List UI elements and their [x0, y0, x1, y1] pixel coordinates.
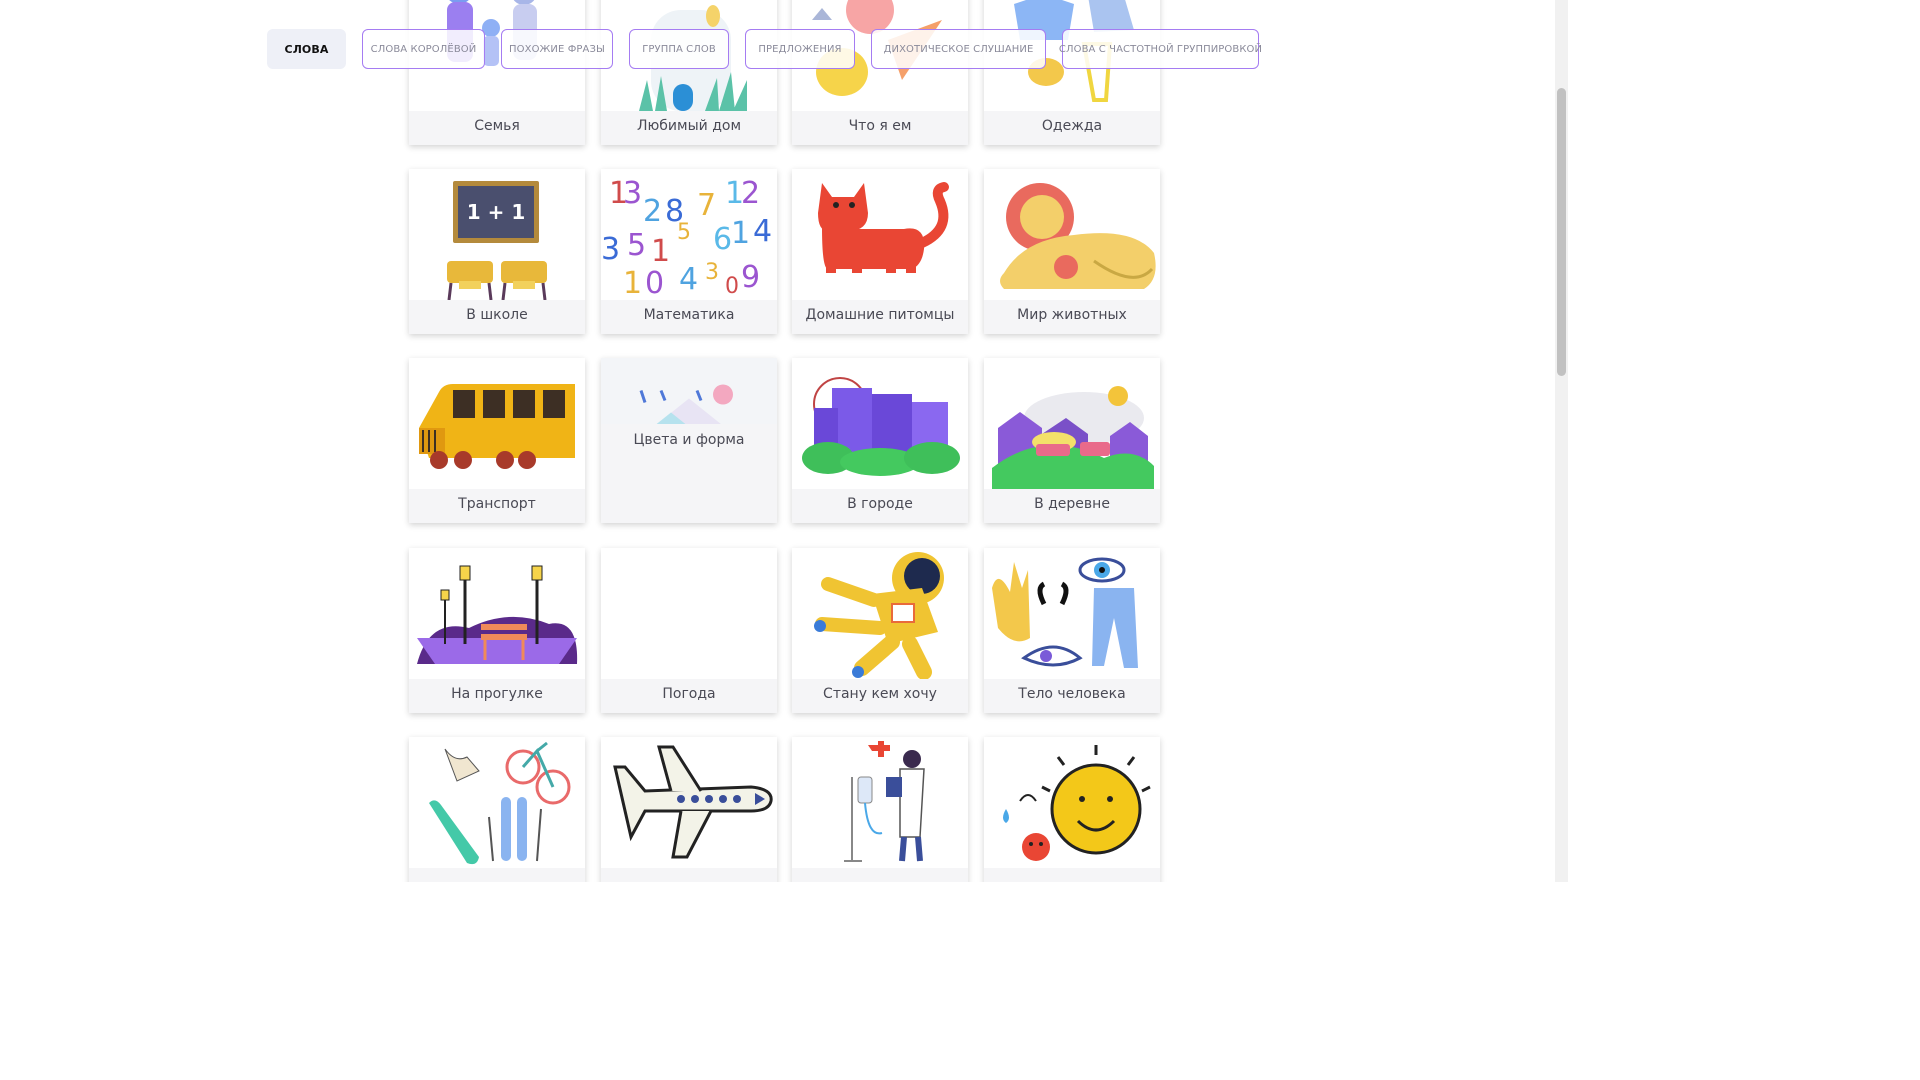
tab-sentences[interactable]: ПРЕДЛОЖЕНИЯ	[745, 29, 855, 69]
category-card-pets[interactable]: Домашние питомцы	[792, 169, 968, 334]
scrollbar-thumb[interactable]	[1557, 88, 1566, 376]
category-card-city[interactable]: В городе	[792, 358, 968, 523]
category-label: Стану кем хочу	[823, 686, 937, 702]
category-card-professions[interactable]: Стану кем хочу	[792, 548, 968, 713]
category-card-family[interactable]: Семья	[409, 0, 585, 145]
category-label: В городе	[847, 496, 913, 512]
category-card-animals[interactable]: Мир животных	[984, 169, 1160, 334]
svg-text:0: 0	[725, 274, 739, 299]
svg-text:3: 3	[601, 232, 620, 267]
shapes-icon	[601, 358, 777, 424]
tab-similar-phrases[interactable]: ПОХОЖИЕ ФРАЗЫ	[501, 29, 613, 69]
category-label: В школе	[466, 307, 528, 323]
doctor-icon	[792, 737, 968, 868]
category-label: Мир животных	[1017, 307, 1127, 323]
svg-text:1: 1	[651, 234, 670, 269]
svg-text:1: 1	[623, 266, 642, 300]
svg-text:5: 5	[677, 220, 691, 245]
svg-text:4: 4	[679, 262, 698, 297]
weather-icon	[601, 548, 777, 679]
svg-text:1: 1	[731, 216, 750, 251]
village-icon	[984, 358, 1160, 489]
category-label: Транспорт	[458, 496, 536, 512]
category-label: Математика	[643, 307, 735, 323]
category-card-village[interactable]: В деревне	[984, 358, 1160, 523]
emotions-icon	[984, 737, 1160, 868]
category-card-colors[interactable]: Цвета и форма	[601, 358, 777, 523]
category-card-house[interactable]: Любимый дом	[601, 0, 777, 145]
tab-word-group[interactable]: ГРУППА СЛОВ	[629, 29, 729, 69]
category-card-school[interactable]: 1 + 1 В школе	[409, 169, 585, 334]
svg-text:3: 3	[623, 176, 642, 211]
category-card-body[interactable]: Тело человека	[984, 548, 1160, 713]
vertical-scrollbar[interactable]	[1555, 0, 1568, 882]
category-label: Одежда	[1041, 118, 1103, 134]
category-card-math[interactable]: 13 28 712 351 56 14 10 43 09 Математика	[601, 169, 777, 334]
sports-icon	[409, 737, 585, 868]
category-card-walk[interactable]: На прогулке	[409, 548, 585, 713]
category-card-weather[interactable]: Погода	[601, 548, 777, 713]
exercise-tabs: СЛОВА СЛОВА КОРОЛЁВОЙ ПОХОЖИЕ ФРАЗЫ ГРУП…	[0, 29, 1555, 69]
svg-text:5: 5	[627, 228, 646, 263]
tab-dichotic-listening[interactable]: ДИХОТИЧЕСКОЕ СЛУШАНИЕ	[871, 29, 1046, 69]
svg-text:2: 2	[741, 176, 760, 211]
category-card-travel[interactable]	[601, 737, 777, 882]
category-label: Семья	[474, 118, 520, 134]
category-label: Любимый дом	[636, 118, 741, 134]
svg-text:4: 4	[753, 214, 772, 249]
school-icon: 1 + 1	[409, 169, 585, 300]
category-label: Тело человека	[1018, 686, 1126, 702]
svg-text:3: 3	[705, 260, 719, 285]
tab-korolyova-words[interactable]: СЛОВА КОРОЛЁВОЙ	[362, 29, 485, 69]
tab-words[interactable]: СЛОВА	[267, 29, 346, 69]
category-card-clothes[interactable]: Одежда	[984, 0, 1160, 145]
svg-text:1 + 1: 1 + 1	[467, 200, 526, 224]
lion-icon	[984, 169, 1160, 300]
category-card-hospital[interactable]	[792, 737, 968, 882]
bus-icon	[409, 358, 585, 489]
category-label: Погода	[662, 686, 716, 702]
svg-text:0: 0	[645, 266, 664, 300]
category-label: В деревне	[1034, 496, 1110, 512]
tab-frequency-grouping[interactable]: СЛОВА С ЧАСТОТНОЙ ГРУППИРОВКОЙ	[1059, 29, 1262, 69]
category-label: Домашние питомцы	[805, 307, 955, 323]
svg-text:9: 9	[741, 260, 760, 295]
numbers-icon: 13 28 712 351 56 14 10 43 09	[601, 169, 777, 300]
category-label: Что я ем	[848, 118, 912, 134]
category-card-emotions[interactable]	[984, 737, 1160, 882]
category-label: На прогулке	[451, 686, 543, 702]
airplane-icon	[601, 737, 777, 868]
svg-text:2: 2	[643, 194, 662, 229]
cat-icon	[792, 169, 968, 300]
svg-text:6: 6	[713, 222, 732, 257]
park-icon	[409, 548, 585, 679]
category-card-sports[interactable]	[409, 737, 585, 882]
page: Семья Любимый дом Что я ем Одежда 1 + 1 …	[0, 0, 1568, 882]
astronaut-icon	[792, 548, 968, 679]
svg-text:7: 7	[697, 188, 716, 223]
city-icon	[792, 358, 968, 489]
category-card-food[interactable]: Что я ем	[792, 0, 968, 145]
category-label: Цвета и форма	[633, 432, 745, 448]
body-icon	[984, 548, 1160, 679]
category-card-transport[interactable]: Транспорт	[409, 358, 585, 523]
